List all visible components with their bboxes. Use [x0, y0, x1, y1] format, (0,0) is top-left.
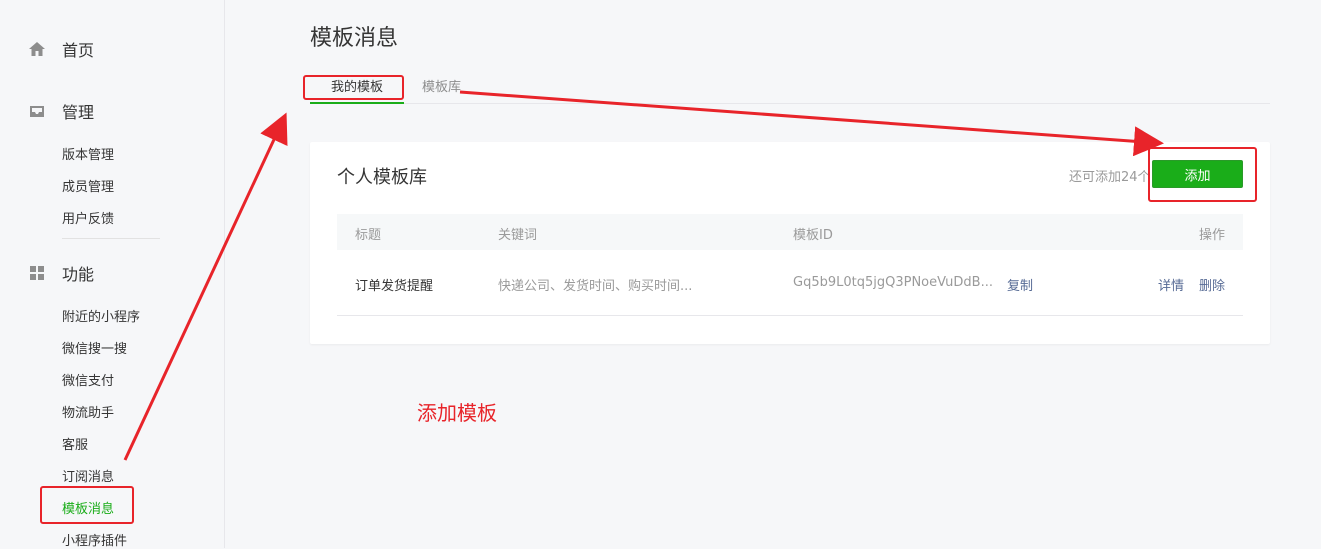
grid-icon	[28, 264, 46, 282]
sidebar-item-feedback[interactable]: 用户反馈	[62, 208, 114, 227]
col-template-id: 模板ID	[793, 228, 833, 243]
row-keywords: 快递公司、发货时间、购买时间...	[498, 279, 693, 294]
sidebar-item-version[interactable]: 版本管理	[62, 144, 114, 163]
table-header: 标题 关键词 模板ID 操作	[337, 214, 1243, 250]
nav-home-label: 首页	[62, 41, 95, 60]
sidebar-item-members[interactable]: 成员管理	[62, 176, 114, 195]
col-keywords: 关键词	[498, 228, 538, 243]
nav-function-label: 功能	[62, 265, 95, 284]
tab-bar: 我的模板 模板库	[310, 70, 1270, 104]
sidebar-item-plugin[interactable]: 小程序插件	[62, 530, 127, 549]
tab-template-library[interactable]: 模板库	[422, 76, 461, 104]
nav-manage-label: 管理	[62, 103, 95, 122]
tab-my-templates[interactable]: 我的模板	[310, 76, 404, 104]
add-button[interactable]: 添加	[1152, 160, 1243, 188]
sidebar-item-service[interactable]: 客服	[62, 434, 88, 453]
col-actions: 操作	[1199, 228, 1226, 243]
col-title: 标题	[355, 228, 382, 243]
card-title: 个人模板库	[337, 167, 427, 188]
quota-text: 还可添加24个	[1069, 170, 1151, 185]
sidebar-item-template[interactable]: 模板消息	[62, 498, 114, 517]
main-content: 模板消息 我的模板 模板库 个人模板库 还可添加24个 添加 标题 关键词 模板…	[310, 0, 1270, 548]
home-icon	[28, 40, 46, 58]
template-card: 个人模板库 还可添加24个 添加 标题 关键词 模板ID 操作 订单发货提醒 快…	[310, 142, 1270, 344]
nav-function[interactable]: 功能	[28, 261, 94, 285]
detail-link[interactable]: 详情	[1158, 275, 1184, 294]
annotation-text: 添加模板	[417, 401, 497, 425]
page-title: 模板消息	[310, 26, 399, 51]
sidebar-item-logistics[interactable]: 物流助手	[62, 402, 114, 421]
inbox-icon	[28, 102, 46, 120]
delete-link[interactable]: 删除	[1199, 275, 1225, 294]
sidebar-item-subscribe[interactable]: 订阅消息	[62, 466, 114, 485]
copy-link[interactable]: 复制	[1007, 275, 1033, 294]
nav-manage[interactable]: 管理	[28, 99, 94, 123]
table-row: 订单发货提醒 快递公司、发货时间、购买时间... Gq5b9L0tq5jgQ3P…	[337, 250, 1243, 316]
sidebar-divider	[62, 238, 160, 239]
sidebar-item-pay[interactable]: 微信支付	[62, 370, 114, 389]
row-title: 订单发货提醒	[355, 279, 434, 294]
sidebar-item-search[interactable]: 微信搜一搜	[62, 338, 127, 357]
row-template-id: Gq5b9L0tq5jgQ3PNoeVuDdB...	[793, 275, 993, 290]
sidebar: 首页 管理 版本管理 成员管理 用户反馈 功能 附近的小程序 微信搜一搜 微信支…	[0, 0, 225, 549]
sidebar-item-nearby[interactable]: 附近的小程序	[62, 306, 140, 325]
nav-home[interactable]: 首页	[28, 37, 94, 61]
